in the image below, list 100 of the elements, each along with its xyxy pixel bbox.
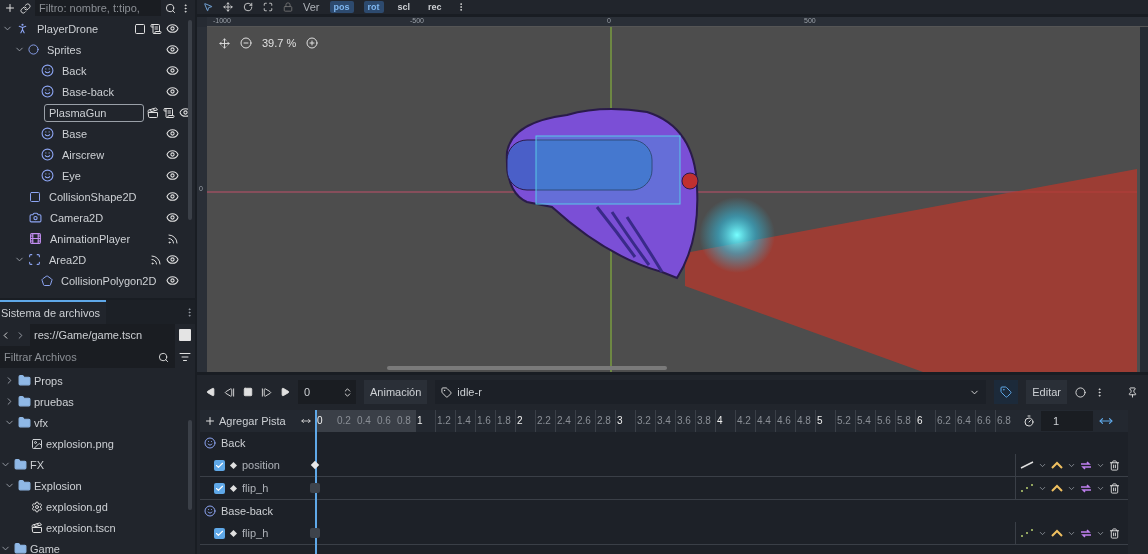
center-view-icon[interactable] [219, 37, 230, 49]
file-label[interactable]: Explosion [34, 479, 82, 492]
node-label[interactable]: AnimationPlayer [45, 229, 136, 248]
visibility-icon[interactable] [166, 85, 179, 98]
zoom-in-icon[interactable] [306, 37, 319, 49]
spinner-arrows-icon[interactable] [342, 386, 353, 398]
node-label[interactable]: CollisionShape2D [44, 187, 142, 206]
file-label[interactable]: FX [30, 458, 45, 471]
node-label[interactable]: Airscrew [57, 145, 110, 164]
filter-field[interactable]: Filtrar Archivos [0, 346, 175, 368]
animation-dropdown[interactable]: idle-r [435, 380, 987, 404]
toggle-button[interactable]: pos [329, 1, 354, 13]
file-label[interactable]: explosion.gd [46, 500, 108, 513]
dots-icon[interactable] [1020, 484, 1034, 492]
edit-button[interactable]: Editar [1026, 380, 1067, 404]
dots-icon[interactable] [1020, 529, 1034, 537]
pin-icon[interactable] [1127, 386, 1138, 398]
step-field[interactable]: 1 [1041, 411, 1093, 431]
toggle-button[interactable]: rot [363, 1, 384, 13]
file-label[interactable]: explosion.tscn [46, 521, 116, 534]
link-icon[interactable] [20, 2, 31, 14]
track-label[interactable]: position [242, 459, 280, 471]
scrollbar[interactable] [387, 366, 667, 370]
visibility-icon[interactable] [166, 190, 179, 203]
node-label[interactable]: PlasmaGun [44, 103, 144, 122]
node-label[interactable]: Sprites [42, 40, 87, 59]
visibility-icon[interactable] [166, 64, 179, 77]
node-label[interactable]: Area2D [44, 250, 92, 269]
signal-icon[interactable] [150, 253, 162, 266]
toggle-button[interactable]: rec [424, 1, 446, 13]
node-label[interactable]: Back [57, 61, 92, 80]
checkbox[interactable] [214, 459, 225, 471]
time-tick: 0.2 [335, 410, 355, 432]
animation-button[interactable]: Animación [364, 380, 428, 404]
time-field[interactable]: 0 [298, 380, 356, 404]
toggle-button[interactable]: scl [393, 1, 415, 13]
file-label[interactable]: explosion.png [46, 437, 114, 450]
view-menu[interactable]: Ver [303, 1, 320, 13]
curve-icon[interactable] [1020, 461, 1034, 469]
checkbox[interactable] [214, 482, 225, 494]
onion-skin-icon[interactable] [1075, 386, 1086, 398]
play-icon[interactable] [280, 387, 290, 397]
toggle-icon[interactable] [179, 329, 191, 341]
zoom-level[interactable]: 39.7 % [262, 37, 297, 49]
track-label[interactable]: flip_h [242, 527, 269, 539]
rotate-icon[interactable] [243, 2, 253, 12]
visibility-icon[interactable] [166, 127, 179, 140]
track-group-label: Back [221, 437, 246, 449]
file-label[interactable]: pruebas [34, 395, 74, 408]
node-label[interactable]: CollisionPolygon2D [56, 271, 162, 290]
visibility-icon[interactable] [166, 169, 179, 182]
dock-tab[interactable]: Sistema de archivos [0, 300, 107, 324]
group-icon[interactable] [134, 22, 146, 35]
visibility-icon[interactable] [166, 22, 179, 35]
node-label[interactable]: Base-back [57, 82, 119, 101]
node-label[interactable]: PlayerDrone [32, 19, 104, 38]
checkbox[interactable] [214, 527, 225, 539]
file-label[interactable]: Game [30, 542, 60, 554]
delete-icon[interactable] [1109, 527, 1120, 539]
sort-icon[interactable] [179, 351, 191, 363]
visibility-icon[interactable] [166, 274, 179, 287]
signal-icon[interactable] [167, 232, 179, 245]
track-label[interactable]: flip_h [242, 482, 269, 494]
play-from-end-icon[interactable] [224, 386, 235, 398]
script-icon[interactable] [163, 106, 175, 119]
script-icon[interactable] [150, 22, 162, 35]
caret-icon[interactable] [1051, 484, 1063, 492]
add-icon[interactable] [4, 2, 16, 14]
node-label[interactable]: Eye [57, 166, 86, 185]
delete-icon[interactable] [1109, 482, 1120, 494]
node-label[interactable]: Camera2D [45, 208, 109, 227]
caret-icon[interactable] [1051, 529, 1063, 537]
scale-icon[interactable] [263, 2, 273, 12]
loop-icon[interactable] [1080, 460, 1092, 470]
time-tick: 0.4 [355, 410, 375, 432]
move-icon[interactable] [223, 2, 233, 12]
filter-field[interactable]: Filtro: nombre, t:tipo, [35, 0, 161, 16]
path-field[interactable]: res://Game/game.tscn [30, 324, 175, 346]
pointer-icon[interactable] [203, 2, 213, 12]
delete-icon[interactable] [1109, 459, 1120, 471]
play-from-start-icon[interactable] [261, 386, 272, 398]
keyframe[interactable] [310, 460, 320, 470]
visibility-icon[interactable] [166, 148, 179, 161]
clapperboard-icon[interactable] [147, 106, 159, 119]
resize-icon[interactable] [301, 416, 311, 426]
play-backward-icon[interactable] [206, 387, 216, 397]
visibility-icon[interactable] [166, 211, 179, 224]
visibility-icon[interactable] [166, 43, 179, 56]
visibility-icon[interactable] [166, 253, 179, 266]
add-track-button[interactable]: Agregar Pista [200, 410, 315, 432]
lock-icon[interactable] [283, 2, 293, 12]
autoplay-button[interactable] [994, 380, 1019, 404]
zoom-out-icon[interactable] [240, 37, 252, 49]
caret-icon[interactable] [1051, 461, 1063, 469]
node-label[interactable]: Base [57, 124, 93, 143]
loop-icon[interactable] [1080, 483, 1092, 493]
file-label[interactable]: Props [34, 374, 63, 387]
loop-icon[interactable] [1080, 528, 1092, 538]
stop-icon[interactable] [243, 387, 253, 397]
file-label[interactable]: vfx [34, 416, 49, 429]
